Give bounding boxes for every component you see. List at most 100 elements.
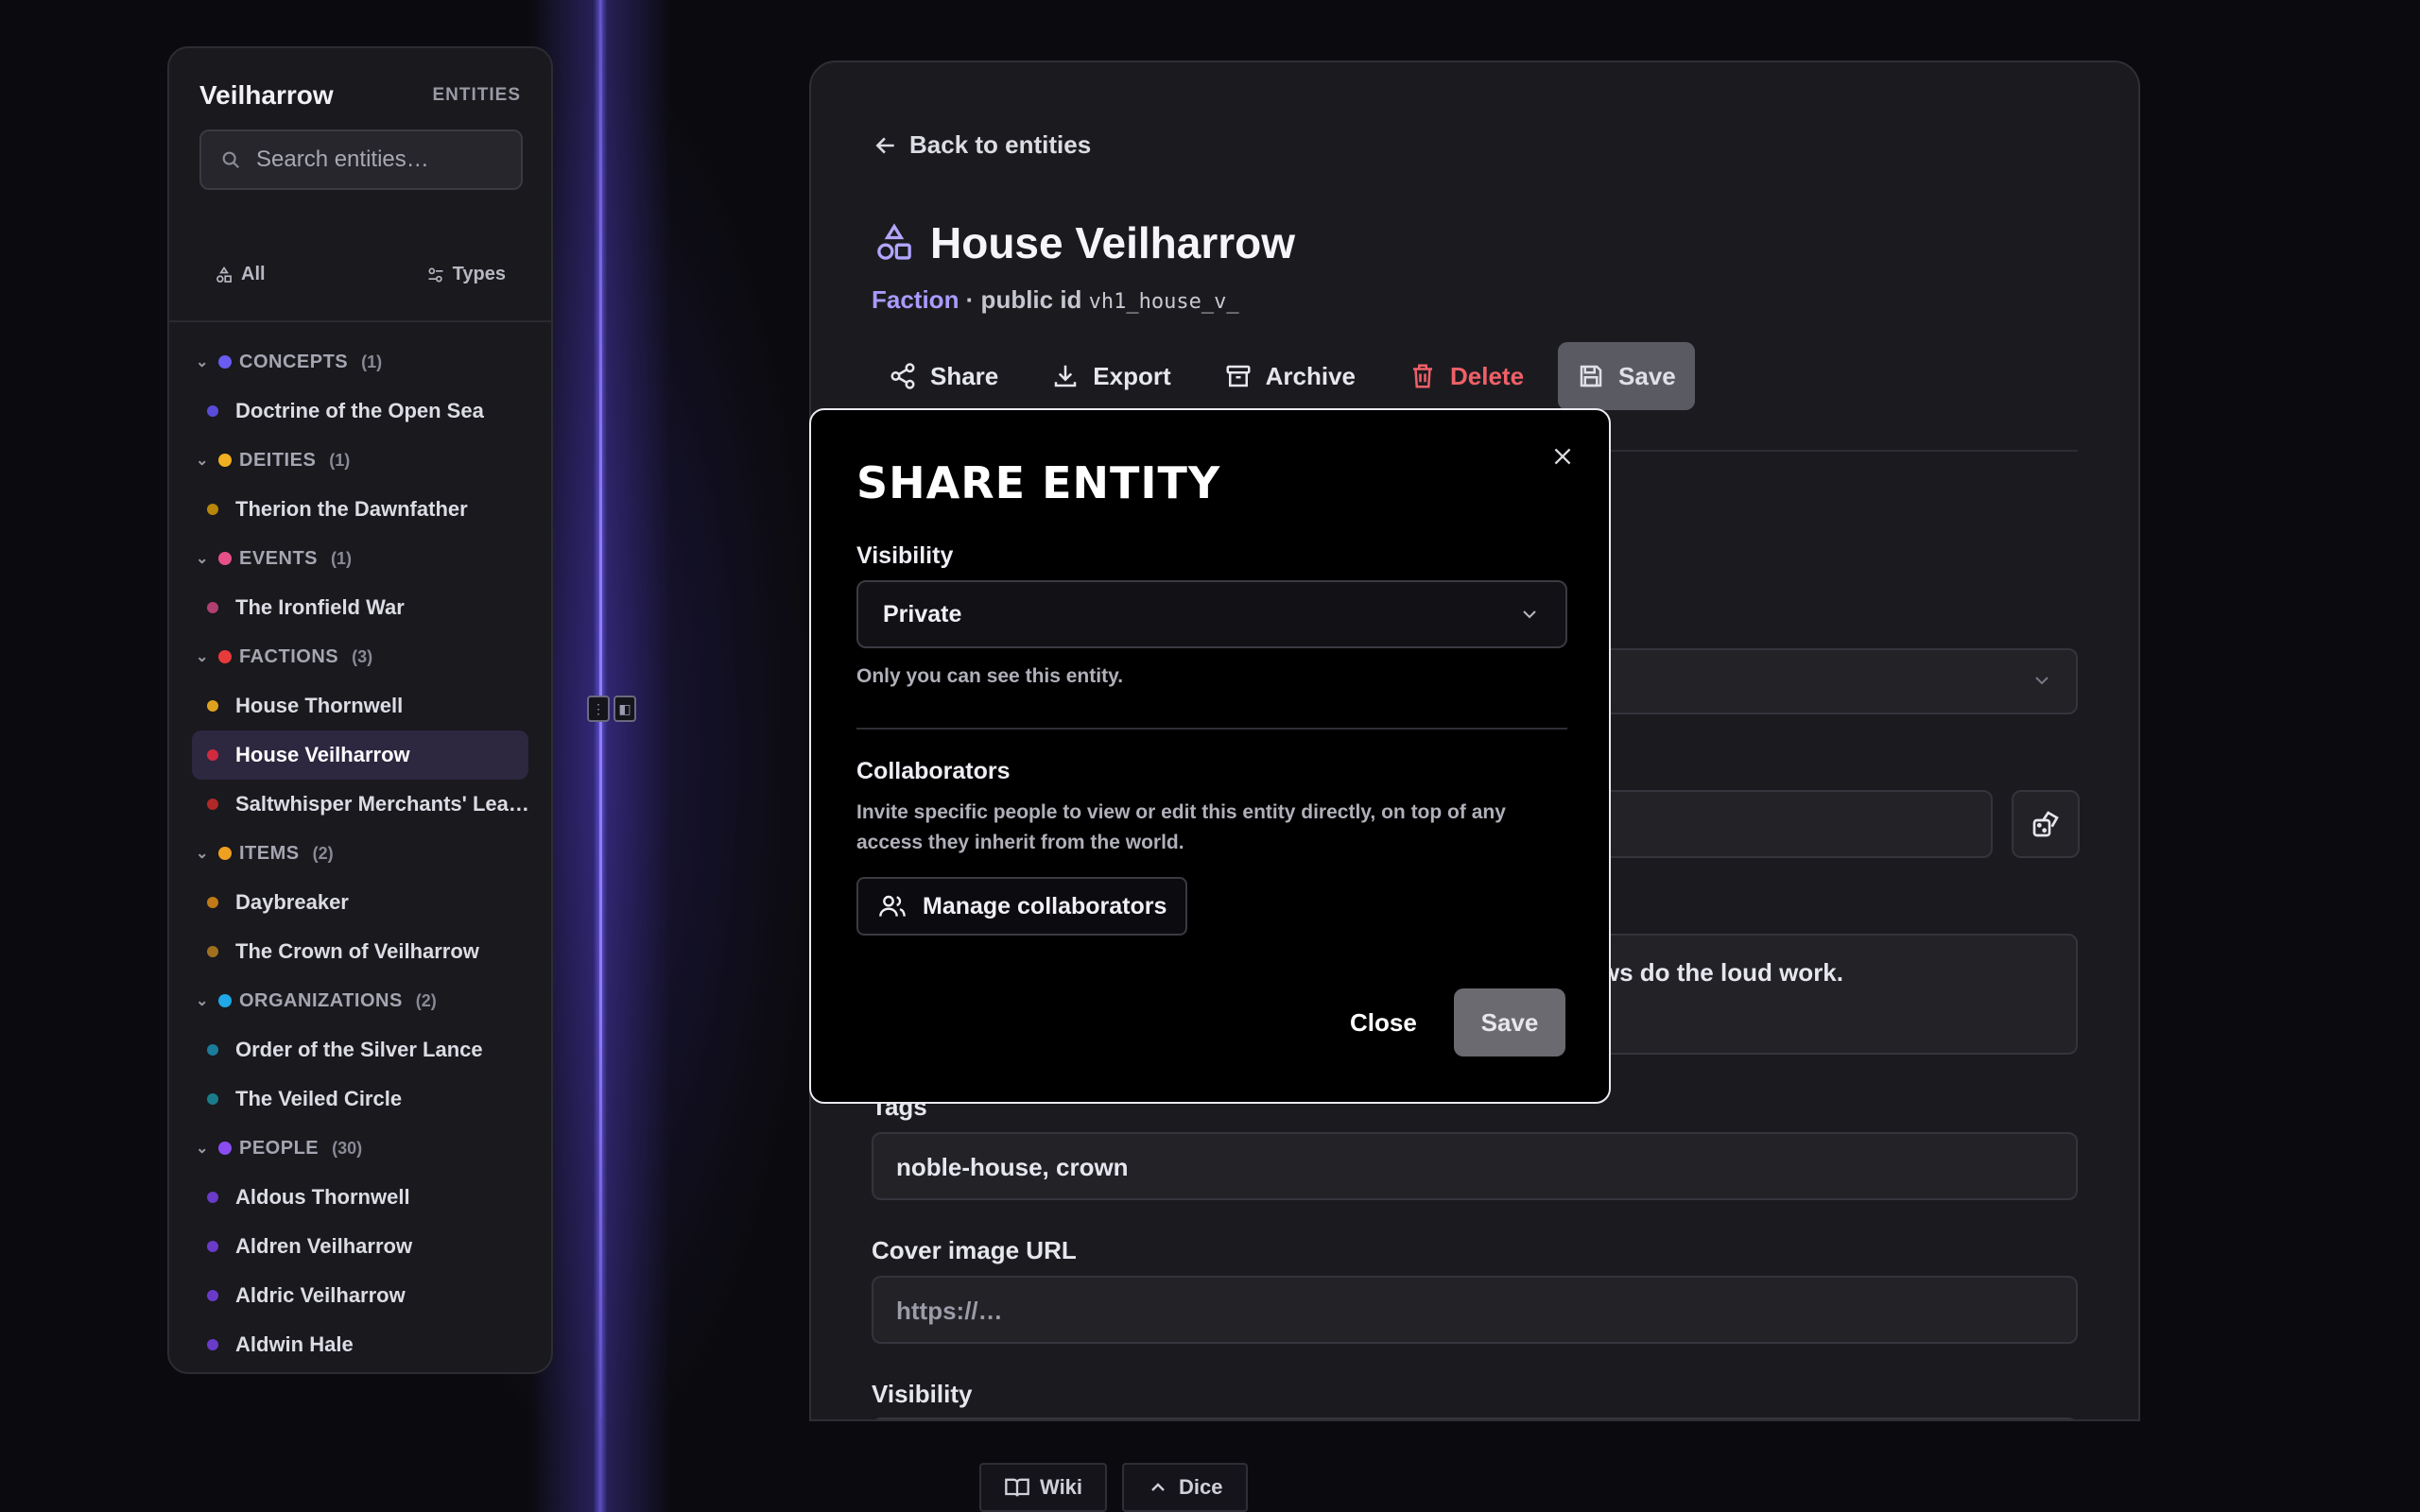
group-count: (3)	[352, 646, 373, 666]
chevron-down-icon	[2031, 669, 2053, 692]
action-toolbar: Share Export Archive Delete Save	[870, 342, 1695, 410]
entity-color-dot	[207, 799, 218, 810]
arrow-left-icon	[873, 133, 898, 158]
group-label: FACTIONS	[239, 645, 339, 667]
chevron-up-icon	[1147, 1476, 1169, 1499]
manage-collaborators-button[interactable]: Manage collaborators	[856, 877, 1188, 936]
entity-label: Order of the Silver Lance	[235, 1038, 483, 1061]
section-label: ENTITIES	[432, 85, 521, 105]
sidebar-entity-item[interactable]: Order of the Silver Lance	[169, 1025, 551, 1074]
group-header[interactable]: ⌄ PEOPLE (30)	[169, 1124, 551, 1173]
sidebar-header: Veilharrow ENTITIES	[199, 80, 521, 111]
entity-label: The Crown of Veilharrow	[235, 939, 479, 963]
group-header[interactable]: ⌄ FACTIONS (3)	[169, 632, 551, 681]
filter-row: All Types	[215, 264, 506, 285]
close-button[interactable]: Close	[1329, 988, 1438, 1057]
public-id-label: · public id	[959, 285, 1089, 314]
sidebar-toggle[interactable]: ⋮ ◧	[587, 696, 636, 722]
archive-button[interactable]: Archive	[1205, 342, 1374, 410]
export-button[interactable]: Export	[1032, 342, 1189, 410]
summary-text: ws do the loud work.	[1599, 958, 1843, 987]
sidebar-entity-item[interactable]: House Veilharrow	[192, 730, 528, 780]
group-label: EVENTS	[239, 547, 319, 569]
cover-image-input[interactable]: https://…	[872, 1276, 2078, 1344]
world-name[interactable]: Veilharrow	[199, 80, 334, 111]
group-header[interactable]: ⌄ ORGANIZATIONS (2)	[169, 976, 551, 1025]
visibility-select[interactable]	[872, 1418, 2078, 1419]
entity-label: Aldren Veilharrow	[235, 1234, 413, 1258]
grip-icon[interactable]: ⋮	[587, 696, 610, 722]
group-color-dot	[218, 994, 232, 1007]
visibility-label: Visibility	[872, 1380, 973, 1408]
trash-icon	[1409, 362, 1437, 390]
group-color-dot	[218, 1142, 232, 1155]
floppy-icon	[1577, 362, 1605, 390]
shapes-icon	[873, 222, 915, 264]
save-label: Save	[1618, 361, 1676, 390]
dialog-divider	[856, 728, 1567, 730]
group-color-dot	[218, 650, 232, 663]
back-link[interactable]: Back to entities	[873, 130, 1091, 160]
sidebar-entity-item[interactable]: House Thornwell	[169, 681, 551, 730]
sidebar-entity-item[interactable]: Aldren Veilharrow	[169, 1222, 551, 1271]
visibility-help: Only you can see this entity.	[856, 665, 1124, 687]
save-entity-button[interactable]: Save	[1558, 342, 1695, 410]
search-icon	[220, 149, 241, 170]
collaborators-help: Invite specific people to view or edit t…	[856, 801, 1506, 853]
visibility-label: Visibility	[856, 542, 954, 569]
entity-color-dot	[207, 1093, 218, 1105]
share-button[interactable]: Share	[870, 342, 1017, 410]
page-title: House Veilharrow	[930, 218, 1296, 267]
sidebar-entity-item[interactable]: The Ironfield War	[169, 583, 551, 632]
entity-color-dot	[207, 749, 218, 761]
group-count: (1)	[331, 548, 353, 568]
dice-button[interactable]: Dice	[1122, 1463, 1248, 1512]
entity-meta: Faction · public id vh1_house_v_	[872, 285, 1239, 315]
entity-label: House Veilharrow	[235, 743, 410, 766]
entity-color-dot	[207, 504, 218, 515]
sidebar-entity-item[interactable]: Doctrine of the Open Sea	[169, 387, 551, 436]
group-header[interactable]: ⌄ CONCEPTS (1)	[169, 337, 551, 387]
sidebar-entity-item[interactable]: Aldric Veilharrow	[169, 1271, 551, 1320]
group-color-dot	[218, 847, 232, 860]
sidebar-entity-item[interactable]: Daybreaker	[169, 878, 551, 927]
entity-label: Therion the Dawnfather	[235, 497, 468, 521]
chevron-down-icon: ⌄	[196, 649, 209, 665]
dialog-title: SHARE ENTITY	[856, 457, 1221, 508]
group-count: (30)	[332, 1138, 363, 1158]
filter-types-button[interactable]: Types	[426, 264, 506, 285]
group-header[interactable]: ⌄ EVENTS (1)	[169, 534, 551, 583]
sidebar-entity-item[interactable]: The Veiled Circle	[169, 1074, 551, 1124]
dice-label: Dice	[1179, 1475, 1223, 1499]
delete-button[interactable]: Delete	[1390, 342, 1543, 410]
search-input[interactable]	[256, 146, 493, 173]
visibility-dropdown[interactable]: Private	[856, 580, 1567, 648]
sidebar-entity-item[interactable]: Aldwin Hale	[169, 1320, 551, 1369]
entity-type[interactable]: Faction	[872, 285, 959, 314]
sidebar-entity-item[interactable]: The Crown of Veilharrow	[169, 927, 551, 976]
filter-all-button[interactable]: All	[215, 264, 266, 285]
random-name-button[interactable]	[2012, 790, 2080, 858]
entity-label: Daybreaker	[235, 890, 349, 914]
delete-label: Delete	[1450, 361, 1525, 390]
chevron-down-icon: ⌄	[196, 551, 209, 567]
group-label: ITEMS	[239, 842, 300, 864]
entity-label: House Thornwell	[235, 694, 404, 717]
sidebar-entity-item[interactable]: Saltwhisper Merchants' Lea…	[169, 780, 551, 829]
save-button[interactable]: Save	[1454, 988, 1565, 1057]
tags-input[interactable]: noble-house, crown	[872, 1132, 2078, 1200]
sidebar-entity-item[interactable]: Aldous Thornwell	[169, 1173, 551, 1222]
wiki-button[interactable]: Wiki	[979, 1463, 1108, 1512]
cover-image-placeholder: https://…	[896, 1297, 1003, 1325]
collapse-sidebar-icon[interactable]: ◧	[614, 696, 636, 722]
filter-types-label: Types	[452, 264, 506, 284]
sliders-icon	[426, 266, 445, 284]
close-icon[interactable]	[1550, 444, 1575, 469]
sidebar-entity-item[interactable]: Therion the Dawnfather	[169, 485, 551, 534]
entity-color-dot	[207, 946, 218, 957]
search-box[interactable]	[199, 129, 523, 190]
entity-color-dot	[207, 700, 218, 712]
group-header[interactable]: ⌄ DEITIES (1)	[169, 436, 551, 485]
chevron-down-icon: ⌄	[196, 354, 209, 370]
group-header[interactable]: ⌄ ITEMS (2)	[169, 829, 551, 878]
